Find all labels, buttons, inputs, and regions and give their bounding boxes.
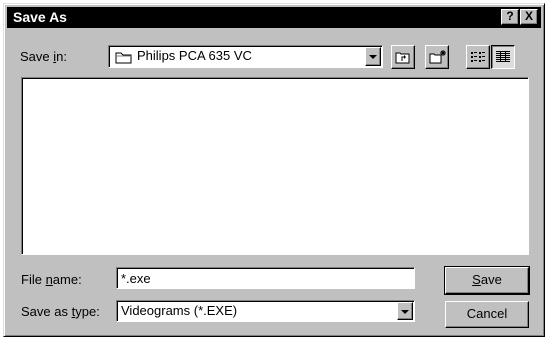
window-title: Save As [13, 9, 67, 25]
save-as-type-value: Videograms (*.EXE) [121, 303, 238, 318]
up-one-level-icon [395, 52, 410, 64]
folder-icon [115, 52, 132, 64]
list-view-button[interactable] [466, 45, 490, 69]
chevron-down-icon [369, 55, 377, 59]
save-as-type-label: Save as type: [21, 304, 100, 319]
details-view-icon [496, 51, 510, 62]
close-button[interactable]: X [520, 9, 538, 25]
chevron-down-icon [401, 310, 409, 314]
file-list[interactable] [21, 77, 529, 255]
save-in-dropdown-button[interactable] [365, 47, 381, 66]
create-new-folder-button[interactable] [425, 45, 449, 69]
save-as-dialog: Save As ? X Save in: Philips PCA 635 VC [3, 3, 545, 337]
save-in-dropdown[interactable]: Philips PCA 635 VC [108, 45, 383, 68]
save-button[interactable]: Save [444, 266, 530, 295]
help-icon: ? [506, 9, 514, 23]
help-button[interactable]: ? [501, 9, 519, 25]
title-bar[interactable]: Save As ? X [7, 7, 541, 28]
file-name-label: File name: [21, 272, 82, 287]
details-view-button[interactable] [491, 45, 515, 69]
list-view-icon [471, 52, 485, 62]
file-name-value: *.exe [121, 271, 151, 286]
cancel-button[interactable]: Cancel [445, 301, 529, 328]
save-as-type-dropdown-button[interactable] [397, 302, 413, 320]
save-in-label: Save in: [20, 49, 67, 64]
save-in-value: Philips PCA 635 VC [137, 48, 252, 63]
close-icon: X [524, 9, 533, 23]
create-new-folder-icon [429, 50, 446, 64]
file-name-input[interactable]: *.exe [116, 267, 415, 289]
save-as-type-dropdown[interactable]: Videograms (*.EXE) [116, 300, 415, 322]
up-one-level-button[interactable] [391, 45, 415, 69]
